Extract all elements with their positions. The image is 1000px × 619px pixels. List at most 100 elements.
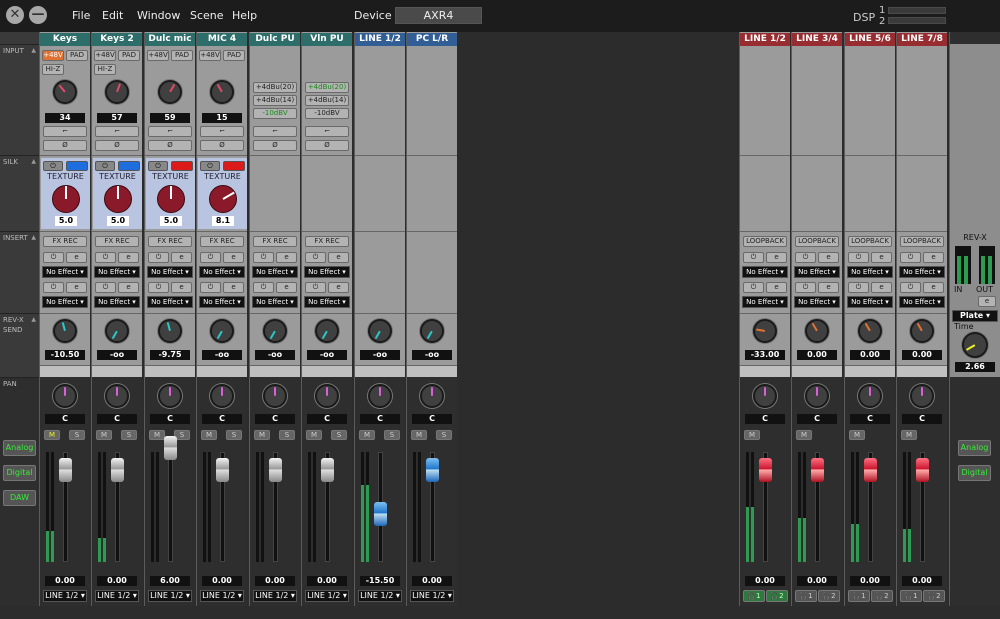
send-knob[interactable]	[368, 319, 392, 343]
hpf-button[interactable]: ⌐	[253, 126, 297, 137]
pan-knob[interactable]	[858, 384, 882, 408]
fader-handle[interactable]	[426, 458, 439, 482]
insert-edit-button[interactable]: e	[871, 282, 892, 293]
channel-name[interactable]: LINE 1/2	[355, 33, 405, 46]
insert-power-icon[interactable]: ⏻	[95, 282, 116, 293]
menu-window[interactable]: Window	[137, 9, 180, 22]
solo-button[interactable]: S	[121, 430, 137, 440]
pad-button[interactable]: PAD	[66, 50, 88, 61]
insert-edit-button[interactable]: e	[223, 282, 244, 293]
pan-knob[interactable]	[263, 384, 287, 408]
phantom-48v-button[interactable]: +48V	[199, 50, 221, 61]
output-select[interactable]: LINE 1/2 ▾	[305, 590, 349, 602]
pan-knob[interactable]	[910, 384, 934, 408]
pan-knob[interactable]	[105, 384, 129, 408]
insert-effect-select[interactable]: No Effect ▾	[147, 266, 193, 278]
insert-edit-button[interactable]: e	[276, 282, 297, 293]
insert-power-icon[interactable]: ⏻	[743, 282, 764, 293]
insert-edit-button[interactable]: e	[171, 252, 192, 263]
mute-button[interactable]: M	[901, 430, 917, 440]
insert-edit-button[interactable]: e	[276, 252, 297, 263]
insert-edit-button[interactable]: e	[818, 282, 839, 293]
fader-handle[interactable]	[321, 458, 334, 482]
output-select[interactable]: LINE 1/2 ▾	[358, 590, 402, 602]
insert-power-icon[interactable]: ⏻	[848, 252, 869, 263]
fader-handle[interactable]	[759, 458, 772, 482]
fader-handle[interactable]	[269, 458, 282, 482]
solo-button[interactable]: S	[226, 430, 242, 440]
revx-edit-button[interactable]: e	[978, 296, 996, 307]
output-select[interactable]: LINE 1/2 ▾	[95, 590, 139, 602]
mode-daw-button[interactable]: DAW	[3, 490, 36, 506]
fader-handle[interactable]	[916, 458, 929, 482]
channel-name[interactable]: LINE 7/8	[897, 33, 947, 46]
silk-texture-knob[interactable]	[52, 185, 80, 213]
menu-edit[interactable]: Edit	[102, 9, 123, 22]
fader-handle[interactable]	[59, 458, 72, 482]
insert-effect-select[interactable]: No Effect ▾	[94, 266, 140, 278]
insert-power-icon[interactable]: ⏻	[200, 282, 221, 293]
solo-button[interactable]: S	[69, 430, 85, 440]
fader-handle[interactable]	[864, 458, 877, 482]
insert-power-icon[interactable]: ⏻	[900, 252, 921, 263]
send-knob[interactable]	[158, 319, 182, 343]
hiz-button[interactable]: HI-Z	[42, 64, 64, 75]
revx-digital-button[interactable]: Digital	[958, 465, 991, 481]
insert-power-icon[interactable]: ⏻	[900, 282, 921, 293]
insert-effect-select[interactable]: No Effect ▾	[899, 266, 945, 278]
channel-name[interactable]: Vln PU	[302, 33, 352, 46]
insert-power-icon[interactable]: ⏻	[148, 252, 169, 263]
gain-knob[interactable]	[158, 80, 182, 104]
mute-button[interactable]: M	[254, 430, 270, 440]
insert-effect-select[interactable]: No Effect ▾	[94, 296, 140, 308]
silk-type-button[interactable]	[171, 161, 193, 171]
mute-button[interactable]: M	[849, 430, 865, 440]
headphone-2-button[interactable]: 🎧2	[818, 590, 840, 602]
insert-edit-button[interactable]: e	[766, 252, 787, 263]
silk-power-icon[interactable]: ⏻	[200, 161, 220, 171]
insert-edit-button[interactable]: e	[66, 252, 87, 263]
solo-button[interactable]: S	[279, 430, 295, 440]
insert-power-icon[interactable]: ⏻	[795, 282, 816, 293]
mute-button[interactable]: M	[149, 430, 165, 440]
insert-effect-select[interactable]: No Effect ▾	[304, 296, 350, 308]
output-select[interactable]: LINE 1/2 ▾	[200, 590, 244, 602]
insert-edit-button[interactable]: e	[118, 252, 139, 263]
mode-digital-button[interactable]: Digital	[3, 465, 36, 481]
menu-file[interactable]: File	[72, 9, 90, 22]
pad-button[interactable]: PAD	[223, 50, 245, 61]
hpf-button[interactable]: ⌐	[148, 126, 192, 137]
headphone-1-button[interactable]: 🎧1	[848, 590, 870, 602]
channel-name[interactable]: LINE 5/6	[845, 33, 895, 46]
collapse-icon[interactable]: ▲	[31, 316, 36, 323]
silk-texture-knob[interactable]	[104, 185, 132, 213]
loopback-button[interactable]: LOOPBACK	[743, 236, 787, 247]
phase-button[interactable]: Ø	[43, 140, 87, 151]
silk-texture-knob[interactable]	[209, 185, 237, 213]
loopback-button[interactable]: LOOPBACK	[795, 236, 839, 247]
silk-power-icon[interactable]: ⏻	[43, 161, 63, 171]
insert-effect-select[interactable]: No Effect ▾	[199, 296, 245, 308]
phase-button[interactable]: Ø	[148, 140, 192, 151]
phantom-48v-button[interactable]: +48V	[147, 50, 169, 61]
mute-button[interactable]: M	[44, 430, 60, 440]
send-knob[interactable]	[420, 319, 444, 343]
fader-handle[interactable]	[164, 436, 177, 460]
loopback-button[interactable]: LOOPBACK	[900, 236, 944, 247]
channel-name[interactable]: Dulc PU	[250, 33, 300, 46]
insert-effect-select[interactable]: No Effect ▾	[252, 266, 298, 278]
silk-type-button[interactable]	[223, 161, 245, 171]
pan-knob[interactable]	[805, 384, 829, 408]
revx-type-select[interactable]: Plate ▾	[952, 310, 998, 322]
silk-power-icon[interactable]: ⏻	[148, 161, 168, 171]
insert-power-icon[interactable]: ⏻	[795, 252, 816, 263]
gain-knob[interactable]	[53, 80, 77, 104]
pan-knob[interactable]	[420, 384, 444, 408]
mute-button[interactable]: M	[201, 430, 217, 440]
silk-texture-knob[interactable]	[157, 185, 185, 213]
headphone-2-button[interactable]: 🎧2	[871, 590, 893, 602]
fader-handle[interactable]	[811, 458, 824, 482]
insert-effect-select[interactable]: No Effect ▾	[147, 296, 193, 308]
insert-power-icon[interactable]: ⏻	[95, 252, 116, 263]
hpf-button[interactable]: ⌐	[305, 126, 349, 137]
